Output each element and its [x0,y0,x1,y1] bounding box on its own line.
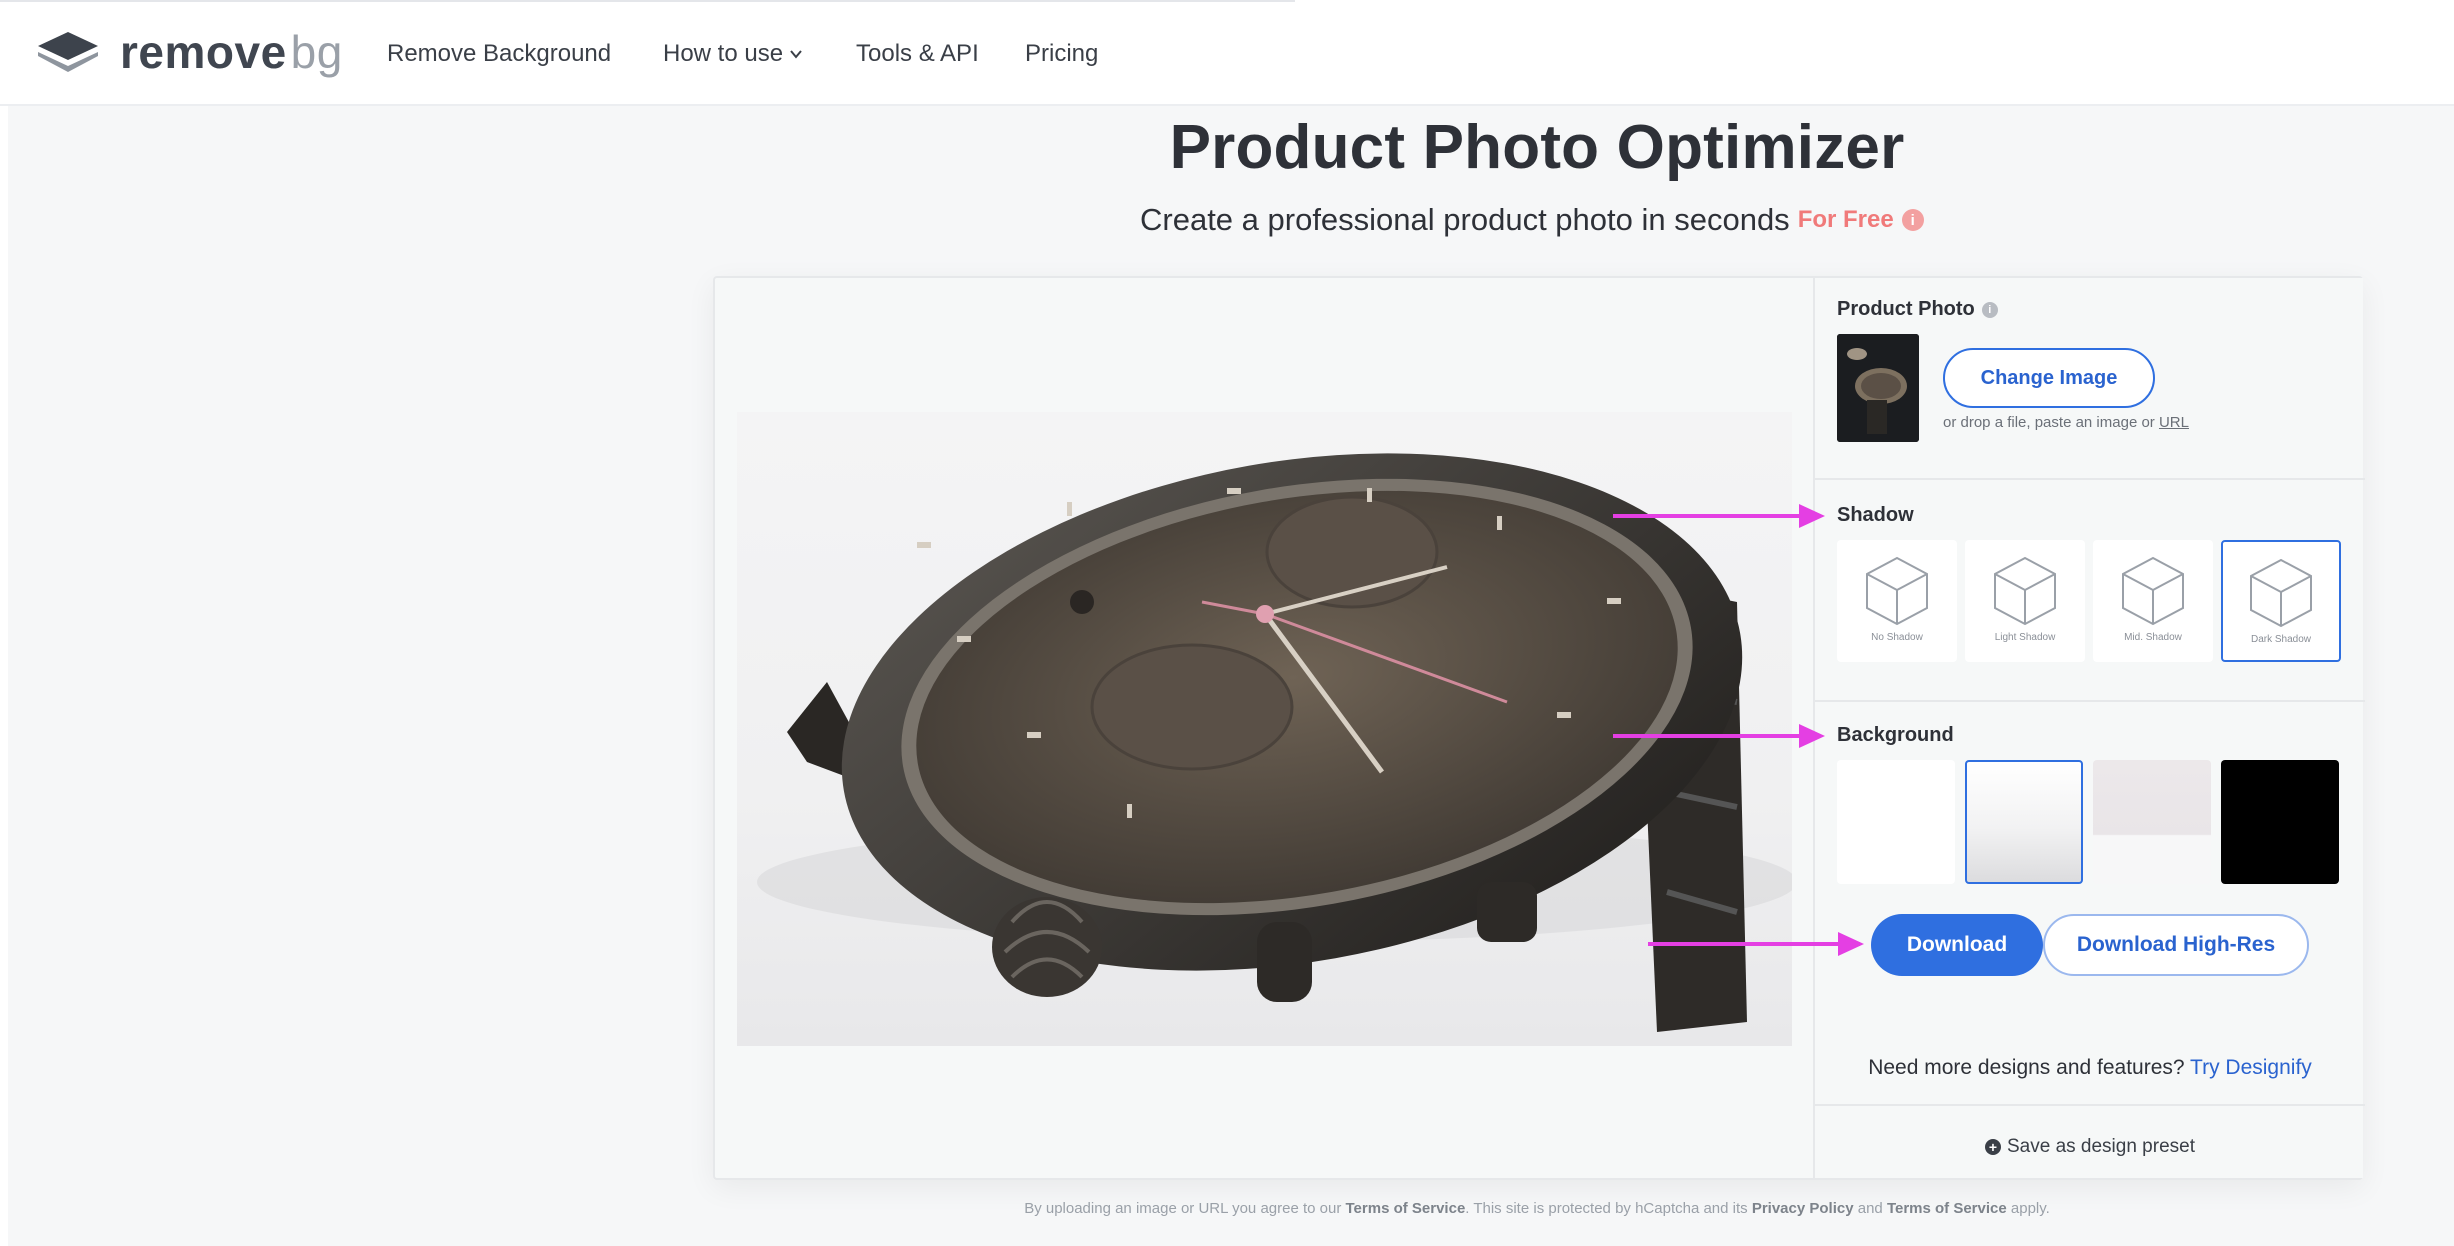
more-designs-text: Need more designs and features? Try Desi… [1815,1056,2365,1080]
section-divider [1815,478,2365,480]
logo-word-bg: bg [290,26,343,78]
info-icon[interactable]: i [1981,301,1998,318]
terms-of-service-link[interactable]: Terms of Service [1887,1200,2007,1217]
watch-image [757,453,1792,1032]
shadow-option-light[interactable]: Light Shadow [1965,540,2085,662]
drop-hint: or drop a file, paste an image or URL [1943,414,2189,431]
save-preset-button[interactable]: + Save as design preset [1815,1136,2365,1158]
save-preset-label: Save as design preset [2006,1136,2195,1157]
logo-wordmark: removebg [120,29,343,75]
background-option-black[interactable] [2221,760,2339,884]
page-subtitle: Create a professional product photo in s… [1140,202,1924,238]
download-high-res-button[interactable]: Download High-Res [2043,914,2309,976]
background-option-gradient[interactable] [1965,760,2083,884]
shadow-option-none[interactable]: No Shadow [1837,540,1957,662]
product-photo-label-text: Product Photo [1837,298,1975,320]
shadow-option-label: No Shadow [1871,632,1923,643]
nav-label: How to use [663,40,784,67]
url-link[interactable]: URL [2159,414,2189,431]
annotation-arrow-download [1648,932,1864,956]
layers-logo-icon [38,32,98,72]
section-divider [1815,1104,2365,1106]
cube-icon [2250,558,2312,628]
page-title: Product Photo Optimizer [1169,113,1905,182]
change-image-button[interactable]: Change Image [1943,348,2155,408]
section-divider [1815,700,2365,702]
terms-of-service-link[interactable]: Terms of Service [1346,1200,1466,1217]
try-designify-link[interactable]: Try Designify [2190,1056,2312,1079]
for-free-badge: For Free [1797,206,1894,233]
footer-text: . This site is protected by hCaptcha and… [1465,1200,1748,1217]
drop-hint-text: or drop a file, paste an image or [1943,414,2155,431]
cube-icon [1866,556,1928,626]
nav-label: Pricing [1025,40,1099,67]
nav-label: Tools & API [856,40,979,67]
annotation-arrow-shadow [1613,504,1825,528]
nav-label: Remove Background [387,40,612,67]
chevron-down-icon [790,50,802,59]
shadow-label: Shadow [1837,504,1914,526]
footer-text: By uploading an image or URL you agree t… [1024,1200,1342,1217]
nav-pricing[interactable]: Pricing [1025,40,1098,68]
subtitle-text: Create a professional product photo in s… [1140,202,1790,237]
more-designs-label: Need more designs and features? [1868,1056,2185,1079]
product-thumbnail [1837,334,1919,442]
privacy-policy-link[interactable]: Privacy Policy [1752,1200,1854,1217]
cube-icon [2122,556,2184,626]
product-preview [737,412,1792,1046]
removebg-logo[interactable]: removebg [36,28,343,76]
nav-how-to-use[interactable]: How to use [663,40,803,68]
plus-circle-icon: + [1984,1139,2001,1155]
shadow-option-label: Dark Shadow [2250,634,2312,645]
background-label: Background [1837,724,1954,746]
shadow-option-dark[interactable]: Dark Shadow [2221,540,2341,662]
site-header: removebg Remove Background How to use To… [0,2,2454,106]
shadow-option-label: Mid. Shadow [2124,632,2182,643]
watch-thumbnail-image [1837,334,1919,442]
footer-text: apply. [2010,1200,2050,1217]
logo-word-remove: remove [120,26,287,78]
shadow-option-mid[interactable]: Mid. Shadow [2093,540,2213,662]
shadow-option-label: Light Shadow [1994,632,2056,643]
footer-text: and [1857,1200,1883,1217]
optimizer-card: Product Photo i Change Image or drop a f… [713,276,2365,1180]
background-option-room[interactable] [2093,760,2211,884]
product-photo-label: Product Photo i [1837,298,1998,321]
settings-panel: Product Photo i Change Image or drop a f… [1813,278,2365,1178]
nav-tools-api[interactable]: Tools & API [856,40,979,68]
download-button[interactable]: Download [1871,914,2043,976]
info-icon[interactable]: i [1901,209,1924,231]
cube-icon [1994,556,2056,626]
nav-remove-background[interactable]: Remove Background [387,40,611,68]
terms-footer: By uploading an image or URL you agree t… [0,1200,2454,1217]
background-option-white[interactable] [1837,760,1955,884]
annotation-arrow-background [1613,724,1825,748]
